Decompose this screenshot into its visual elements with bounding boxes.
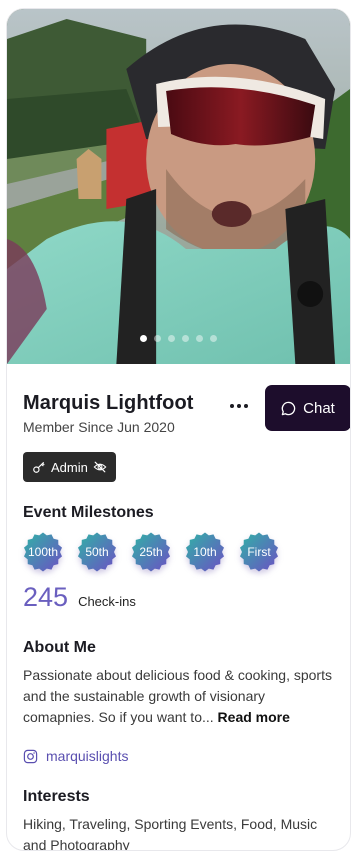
event-milestones: Event Milestones 100th 50th 25th 10th First	[7, 482, 350, 572]
milestone-badge-label: 25th	[139, 545, 163, 559]
about-me-text: Passionate about delicious food & cookin…	[23, 665, 334, 728]
milestone-badge[interactable]: 50th	[77, 532, 117, 572]
more-dot-icon	[237, 404, 241, 408]
profile-header: Marquis Lightfoot Member Since Jun 2020 …	[7, 364, 350, 440]
interests-title: Interests	[23, 788, 90, 805]
chat-button[interactable]: Chat	[265, 385, 350, 431]
milestone-badge[interactable]: 25th	[131, 532, 171, 572]
milestone-badge-label: 50th	[85, 545, 109, 559]
gallery-pagination[interactable]	[7, 335, 350, 342]
interests-text: Hiking, Traveling, Sporting Events, Food…	[23, 816, 318, 851]
more-options-button[interactable]	[227, 394, 251, 418]
milestone-badge-label: 10th	[193, 545, 217, 559]
milestone-badge[interactable]: 10th	[185, 532, 225, 572]
eye-off-icon[interactable]	[93, 460, 107, 474]
admin-badge[interactable]: Admin	[23, 452, 116, 482]
interests-section: Interests Hiking, Traveling, Sporting Ev…	[7, 764, 350, 851]
checkins-label: Check-ins	[78, 594, 136, 609]
profile-card: Marquis Lightfoot Member Since Jun 2020 …	[6, 8, 351, 851]
profile-photo-image	[7, 9, 350, 364]
checkins-count: 245	[23, 582, 69, 612]
about-me-title: About Me	[23, 639, 96, 656]
read-more-link[interactable]: Read more	[218, 709, 290, 725]
milestone-badge[interactable]: First	[239, 532, 279, 572]
instagram-icon	[23, 749, 38, 763]
gallery-dot[interactable]	[196, 335, 203, 342]
gallery-dot[interactable]	[154, 335, 161, 342]
chat-button-label: Chat	[303, 399, 335, 417]
milestone-badge[interactable]: 100th	[23, 532, 63, 572]
more-dot-icon	[244, 404, 248, 408]
milestone-badge-label: 100th	[27, 545, 59, 559]
admin-badge-label: Admin	[51, 459, 88, 475]
gallery-dot[interactable]	[182, 335, 189, 342]
chat-bubble-icon	[281, 401, 296, 415]
milestone-badges: 100th 50th 25th 10th First	[23, 532, 334, 572]
instagram-link[interactable]: marquislights	[7, 728, 350, 764]
role-badge-row: Admin	[7, 440, 350, 482]
profile-photo[interactable]	[7, 9, 350, 364]
more-dot-icon	[230, 404, 234, 408]
instagram-handle[interactable]: marquislights	[46, 748, 128, 764]
checkins: 245 Check-ins	[7, 572, 350, 613]
milestones-title: Event Milestones	[23, 504, 154, 521]
gallery-dot[interactable]	[210, 335, 217, 342]
gallery-dot[interactable]	[140, 335, 147, 342]
key-icon	[33, 462, 45, 473]
about-me-section: About Me Passionate about delicious food…	[7, 613, 350, 728]
gallery-dot[interactable]	[168, 335, 175, 342]
milestone-badge-label: First	[247, 545, 271, 559]
